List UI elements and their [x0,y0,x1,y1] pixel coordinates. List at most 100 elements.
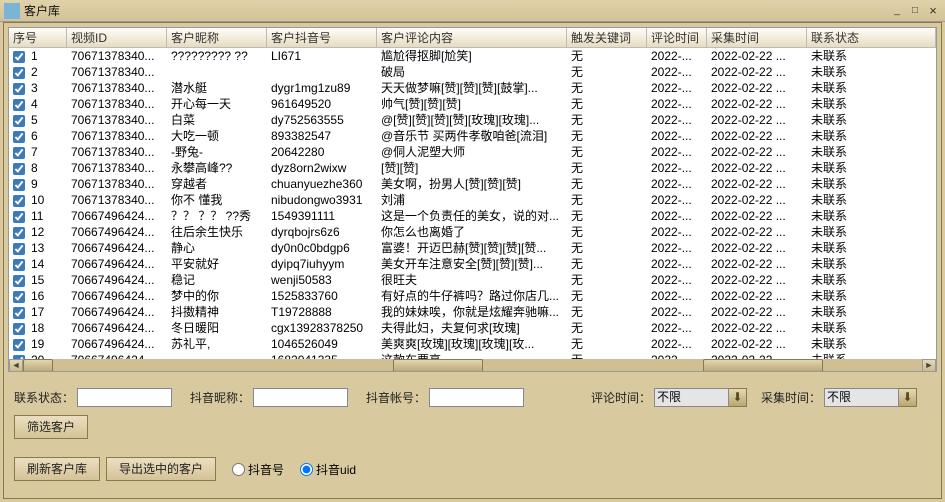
cell-vid: 70667496424... [67,320,167,336]
gtime-combo-button[interactable]: ⬇ [899,388,917,407]
table-row[interactable]: 1970667496424...苏礼平,1046526049美爽爽[玫瑰][玫瑰… [9,336,936,352]
cell-nick: 白菜 [167,112,267,128]
nick-input[interactable] [253,388,348,407]
table-row[interactable]: 1470667496424...平安就好dyipq7iuhyym美女开车注意安全… [9,256,936,272]
cell-keyword: 无 [567,80,647,96]
row-checkbox[interactable] [13,195,25,207]
cell-seq: 9 [27,176,67,192]
cell-seq: 14 [27,256,67,272]
table-row[interactable]: 1770667496424...抖擞精神T19728888我的妹妹唉，你就是炫耀… [9,304,936,320]
cell-keyword: 无 [567,160,647,176]
row-checkbox[interactable] [13,115,25,127]
table-row[interactable]: 470671378340...开心每一天961649520帅气[赞][赞][赞]… [9,96,936,112]
cell-comment: 夫得此妇，夫复何求[玫瑰] [377,320,567,336]
scroll-right-arrow[interactable]: ► [922,359,936,372]
radio-douyin-hao-input[interactable] [232,463,245,476]
row-checkbox[interactable] [13,243,25,255]
col-keyword-header[interactable]: 触发关键词 [567,28,647,47]
row-checkbox[interactable] [13,275,25,287]
table-row[interactable]: 370671378340...潜水艇dygr1mg1zu89天天做梦嘛[赞][赞… [9,80,936,96]
table-row[interactable]: 270671378340...破局无2022-...2022-02-22 ...… [9,64,936,80]
cell-ctime: 2022-... [647,288,707,304]
scroll-track[interactable] [23,359,922,372]
col-vid-header[interactable]: 视频ID [67,28,167,47]
scroll-thumb-3[interactable] [703,359,823,372]
horizontal-scrollbar[interactable]: ◄ ► [9,359,936,372]
filter-button[interactable]: 筛选客户 [14,415,88,439]
row-checkbox[interactable] [13,67,25,79]
cell-comment: 尴尬得抠脚[尬笑] [377,48,567,64]
row-checkbox[interactable] [13,83,25,95]
table-row[interactable]: 1870667496424...冬日暖阳cgx13928378250夫得此妇，夫… [9,320,936,336]
table-row[interactable]: 970671378340...穿越者chuanyuezhe360美女啊，扮男人[… [9,176,936,192]
scroll-thumb-2[interactable] [393,359,483,372]
gtime-combo-value[interactable]: 不限 [824,388,899,407]
radio-douyin-hao[interactable]: 抖音号 [232,461,284,478]
row-checkbox[interactable] [13,99,25,111]
row-checkbox[interactable] [13,259,25,271]
row-checkbox[interactable] [13,51,25,63]
cell-status: 未联系 [807,288,867,304]
cell-gtime: 2022-02-22 ... [707,144,807,160]
cell-keyword: 无 [567,176,647,192]
table-row[interactable]: 670671378340...大吃一顿893382547@音乐节 买两件孝敬咱爸… [9,128,936,144]
cell-vid: 70667496424... [67,336,167,352]
col-douyin-header[interactable]: 客户抖音号 [267,28,377,47]
table-row[interactable]: 1670667496424...梦中的你1525833760有好点的牛仔裤吗？路… [9,288,936,304]
col-ctime-header[interactable]: 评论时间 [647,28,707,47]
row-checkbox[interactable] [13,147,25,159]
ctime-combo[interactable]: 不限 ⬇ [654,388,747,407]
table-row[interactable]: 870671378340...永攀高峰??dyz8orn2wixw[赞][赞]无… [9,160,936,176]
cell-status: 未联系 [807,128,867,144]
cell-comment: 帅气[赞][赞][赞] [377,96,567,112]
cell-ctime: 2022-... [647,192,707,208]
export-radio-group: 抖音号 抖音uid [232,461,372,478]
table-row[interactable]: 1570667496424...稳记wenji50583很旺夫无2022-...… [9,272,936,288]
status-input[interactable] [77,388,172,407]
ctime-combo-value[interactable]: 不限 [654,388,729,407]
table-row[interactable]: 1370667496424...静心dy0n0c0bdgp6富婆！开迈巴赫[赞]… [9,240,936,256]
table-row[interactable]: 1270667496424...往后余生快乐dyrqbojrs6z6你怎么也离婚… [9,224,936,240]
cell-ctime: 2022-... [647,176,707,192]
maximize-button[interactable] [907,4,923,18]
row-checkbox[interactable] [13,163,25,175]
col-gtime-header[interactable]: 采集时间 [707,28,807,47]
col-comment-header[interactable]: 客户评论内容 [377,28,567,47]
row-checkbox[interactable] [13,227,25,239]
row-checkbox[interactable] [13,323,25,335]
close-button[interactable] [925,4,941,18]
gtime-combo[interactable]: 不限 ⬇ [824,388,917,407]
minimize-button[interactable] [889,4,905,18]
ctime-combo-button[interactable]: ⬇ [729,388,747,407]
cell-vid: 70667496424... [67,224,167,240]
refresh-button[interactable]: 刷新客户库 [14,457,100,481]
table-row[interactable]: 1170667496424...？？ ？？ ??秀1549391111这是一个负… [9,208,936,224]
radio-douyin-uid[interactable]: 抖音uid [300,461,356,478]
row-checkbox[interactable] [13,307,25,319]
row-checkbox[interactable] [13,131,25,143]
cell-vid: 70671378340... [67,160,167,176]
table-row[interactable]: 770671378340...-野兔-20642280@侗人泥塑大师无2022-… [9,144,936,160]
scroll-left-arrow[interactable]: ◄ [9,359,23,372]
cell-comment: @[赞][赞][赞][赞][玫瑰][玫瑰]... [377,112,567,128]
row-checkbox[interactable] [13,179,25,191]
table-row[interactable]: 1070671378340...你不 懂我nibudongwo3931刘浦无20… [9,192,936,208]
col-status-header[interactable]: 联系状态 [807,28,936,47]
row-checkbox[interactable] [13,211,25,223]
col-nick-header[interactable]: 客户昵称 [167,28,267,47]
radio-douyin-uid-input[interactable] [300,463,313,476]
cell-vid: 70671378340... [67,192,167,208]
account-input[interactable] [429,388,524,407]
cell-ctime: 2022-... [647,240,707,256]
export-button[interactable]: 导出选中的客户 [106,457,216,481]
table-row[interactable]: 2070667496424...1682041335这款车票亮无2022-...… [9,352,936,359]
cell-ctime: 2022-... [647,304,707,320]
col-seq-header[interactable]: 序号 [9,28,67,47]
table-row[interactable]: 570671378340...白菜dy752563555@[赞][赞][赞][赞… [9,112,936,128]
scroll-thumb-1[interactable] [23,359,53,372]
customer-table: 序号 视频ID 客户昵称 客户抖音号 客户评论内容 触发关键词 评论时间 采集时… [8,27,937,372]
table-row[interactable]: 170671378340...????????? ??LI671尴尬得抠脚[尬笑… [9,48,936,64]
row-checkbox[interactable] [13,291,25,303]
row-checkbox[interactable] [13,339,25,351]
cell-ctime: 2022-... [647,336,707,352]
